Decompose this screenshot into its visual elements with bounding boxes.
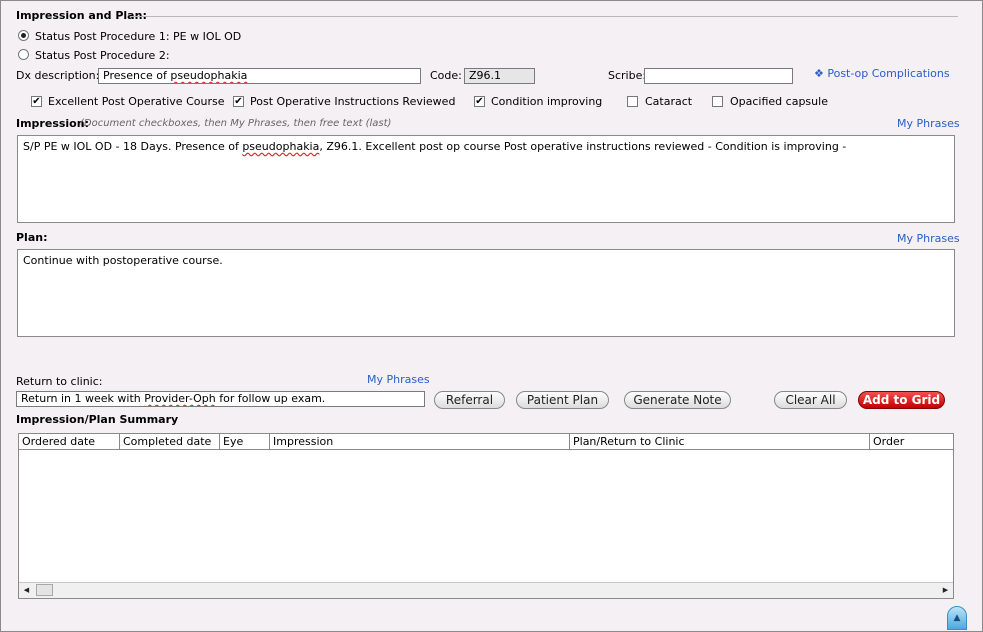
scribe-label: Scribe: [608, 69, 647, 82]
instructions-reviewed-label: Post Operative Instructions Reviewed [250, 95, 456, 108]
return-clinic-text-part2: for follow up exam. [215, 392, 326, 405]
return-clinic-misspelled: Provider-Oph [144, 392, 216, 405]
patient-plan-button[interactable]: Patient Plan [516, 391, 609, 409]
instructions-reviewed-checkbox[interactable]: ✔ [233, 96, 244, 107]
return-clinic-label: Return to clinic: [16, 375, 103, 388]
scroll-right-icon[interactable]: ▶ [938, 583, 953, 597]
scroll-left-icon[interactable]: ◀ [19, 583, 34, 597]
referral-button[interactable]: Referral [434, 391, 505, 409]
impression-text-part2: , Z96.1. Excellent post op course Post o… [319, 140, 847, 153]
code-label: Code: [430, 69, 462, 82]
cataract-label: Cataract [645, 95, 693, 108]
status-procedure-1-label: Status Post Procedure 1: PE w IOL OD [35, 30, 242, 43]
scroll-thumb[interactable] [36, 584, 53, 596]
col-header-completed-date[interactable]: Completed date [120, 434, 220, 450]
impression-text-part1: S/P PE w IOL OD - 18 Days. Presence of [23, 140, 243, 153]
impression-hint: (Document checkboxes, then My Phrases, t… [80, 118, 392, 129]
summary-title: Impression/Plan Summary [16, 413, 179, 426]
impression-my-phrases-link[interactable]: My Phrases [897, 117, 960, 130]
return-clinic-input[interactable]: Return in 1 week with Provider-Oph for f… [16, 391, 425, 407]
condition-improving-checkbox[interactable]: ✔ [474, 96, 485, 107]
grid-horizontal-scrollbar[interactable]: ◀ ▶ [19, 582, 953, 598]
col-header-ordered-date[interactable]: Ordered date [19, 434, 120, 450]
impression-label: Impression: [16, 117, 89, 130]
add-to-grid-button[interactable]: Add to Grid [858, 391, 945, 409]
dx-description-input[interactable]: Presence of pseudophakia [98, 68, 421, 84]
section-title: Impression and Plan: [16, 9, 147, 22]
scroll-up-icon[interactable]: ▲ [947, 606, 967, 630]
summary-grid[interactable]: Ordered date Completed date Eye Impressi… [18, 433, 954, 599]
dx-description-text: Presence of [103, 69, 171, 82]
plan-my-phrases-link[interactable]: My Phrases [897, 232, 960, 245]
opacified-capsule-label: Opacified capsule [730, 95, 828, 108]
condition-improving-label: Condition improving [491, 95, 603, 108]
status-procedure-2-label: Status Post Procedure 2: [35, 49, 170, 62]
cataract-checkbox[interactable] [627, 96, 638, 107]
plan-label: Plan: [16, 231, 48, 244]
generate-note-button[interactable]: Generate Note [624, 391, 731, 409]
opacified-capsule-checkbox[interactable] [712, 96, 723, 107]
dx-description-label: Dx description: [16, 69, 100, 82]
status-procedure-1-radio[interactable] [18, 30, 29, 41]
col-header-impression[interactable]: Impression [270, 434, 570, 450]
impression-text-misspelled: pseudophakia [242, 140, 320, 153]
clear-all-button[interactable]: Clear All [774, 391, 847, 409]
impression-textarea[interactable]: S/P PE w IOL OD - 18 Days. Presence of p… [17, 135, 955, 223]
col-header-eye[interactable]: Eye [220, 434, 270, 450]
return-clinic-text-part1: Return in 1 week with [21, 392, 145, 405]
col-header-order[interactable]: Order [870, 434, 953, 450]
excellent-course-label: Excellent Post Operative Course [48, 95, 225, 108]
plan-textarea[interactable]: Continue with postoperative course. [17, 249, 955, 337]
scribe-input[interactable] [644, 68, 793, 84]
post-op-complications-link[interactable]: ❖ Post-op Complications [814, 67, 950, 80]
return-clinic-my-phrases-link[interactable]: My Phrases [367, 373, 430, 386]
col-header-plan-return[interactable]: Plan/Return to Clinic [570, 434, 870, 450]
dx-description-misspelled: pseudophakia [170, 69, 248, 82]
section-divider [130, 16, 958, 17]
code-field: Z96.1 [464, 68, 535, 84]
status-procedure-2-radio[interactable] [18, 49, 29, 60]
excellent-course-checkbox[interactable]: ✔ [31, 96, 42, 107]
